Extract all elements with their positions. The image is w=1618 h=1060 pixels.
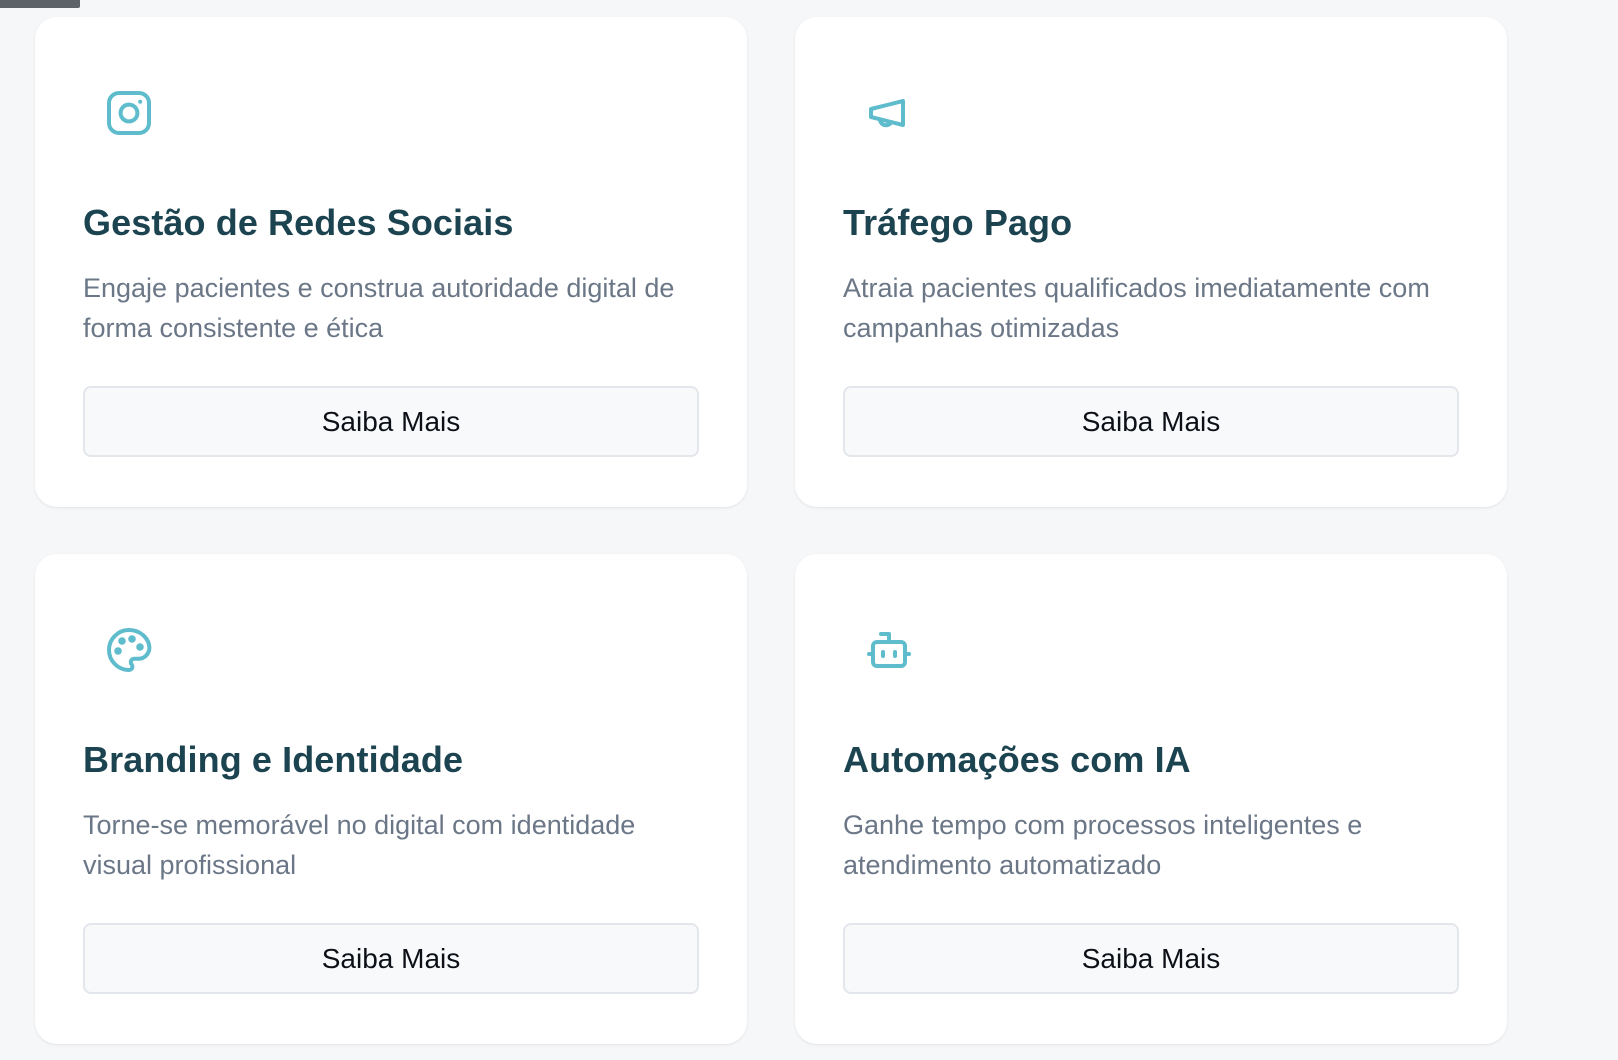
services-grid: Gestão de Redes Sociais Engaje pacientes… xyxy=(35,17,1507,1044)
bot-icon xyxy=(865,626,913,674)
card-description: Engaje pacientes e construa autoridade d… xyxy=(83,273,675,343)
service-card-paid-traffic: Tráfego Pago Atraia pacientes qualificad… xyxy=(795,17,1507,507)
saiba-mais-button-social-media[interactable]: Saiba Mais xyxy=(83,386,699,457)
card-title: Automações com IA xyxy=(843,739,1191,780)
saiba-mais-button-paid-traffic[interactable]: Saiba Mais xyxy=(843,386,1459,457)
palette-icon xyxy=(105,626,153,674)
card-description: Atraia pacientes qualificados imediatame… xyxy=(843,273,1430,343)
card-title: Tráfego Pago xyxy=(843,202,1073,243)
saiba-mais-button-ai-automation[interactable]: Saiba Mais xyxy=(843,923,1459,994)
card-description: Torne-se memorável no digital com identi… xyxy=(83,810,636,880)
card-title: Gestão de Redes Sociais xyxy=(83,202,514,243)
window-tab-fragment xyxy=(0,0,80,8)
service-card-social-media: Gestão de Redes Sociais Engaje pacientes… xyxy=(35,17,747,507)
megaphone-icon xyxy=(865,89,913,137)
card-title: Branding e Identidade xyxy=(83,739,464,780)
service-card-branding: Branding e Identidade Torne-se memorável… xyxy=(35,554,747,1044)
card-description: Ganhe tempo com processos inteligentes e… xyxy=(843,810,1363,880)
saiba-mais-button-branding[interactable]: Saiba Mais xyxy=(83,923,699,994)
instagram-icon xyxy=(105,89,153,137)
service-card-ai-automation: Automações com IA Ganhe tempo com proces… xyxy=(795,554,1507,1044)
